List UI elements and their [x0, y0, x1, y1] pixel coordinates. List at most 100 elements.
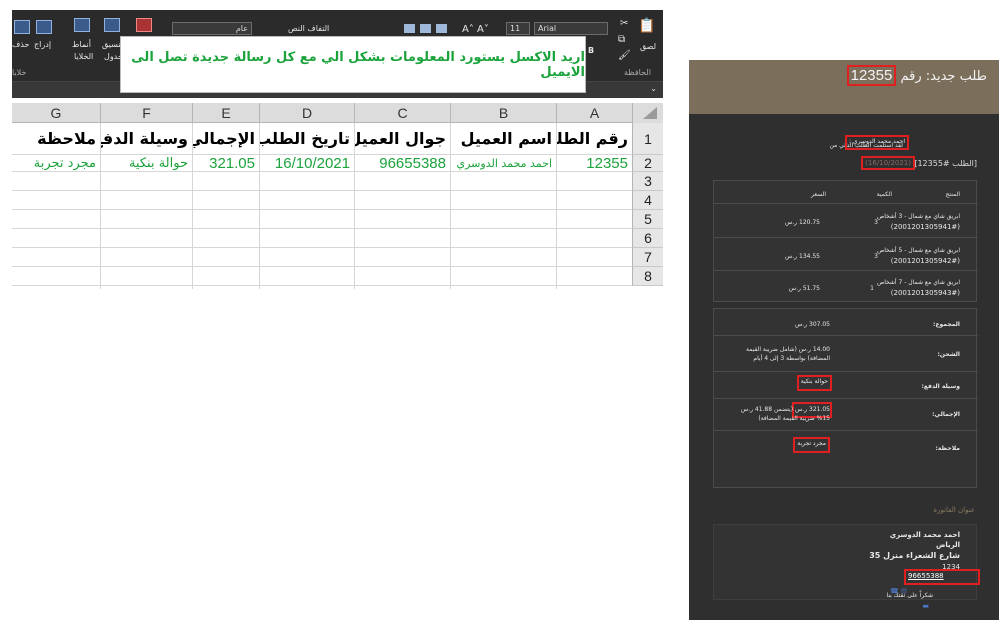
item-2-sku: (2001201305942#) [890, 257, 960, 265]
customer-highlight: احمد محمد الدوسري : [844, 135, 909, 150]
cell-a2[interactable]: 12355 [556, 155, 632, 172]
copy-icon[interactable]: ⧉ [618, 34, 625, 45]
conditional-format-icon[interactable] [136, 18, 152, 32]
item-1-qty: 3 [874, 219, 878, 226]
item-2-name: ابريق شاي مع شمال - 5 أشخاص [876, 247, 960, 254]
email-title: طلب جديد: رقم 12355 [846, 65, 987, 86]
total-label: الإجمالي: [932, 411, 960, 418]
cell-c1[interactable]: جوال العميل [354, 123, 450, 155]
col-header-b[interactable]: B [450, 103, 556, 123]
subtotal-value: 307.05 ر.س [794, 321, 830, 328]
item-1-name: ابريق شاي مع شمال - 3 أشخاص [876, 213, 960, 220]
row-header-8[interactable]: 8 [632, 267, 663, 286]
format-as-table-icon[interactable] [104, 18, 120, 32]
email-title-prefix: طلب جديد: رقم [900, 69, 987, 84]
email-body: لقد استلمت الطلب التالي من احمد محمد الد… [689, 114, 999, 620]
number-format-select[interactable]: عام [172, 22, 252, 35]
format-painter-icon[interactable]: 🖌 [618, 50, 631, 61]
email-preview: طلب جديد: رقم 12355 لقد استلمت الطلب الت… [689, 60, 999, 620]
cell-d2[interactable]: 16/10/2021 [259, 155, 354, 172]
align-right-icon[interactable] [436, 24, 447, 33]
cell-g2[interactable]: مجرد تجربة [12, 155, 100, 172]
cell-b1[interactable]: اسم العميل [450, 123, 556, 155]
order-ref: [الطلب #12355] [914, 159, 977, 168]
billing-title: عنوان الفاتورة [933, 506, 975, 514]
billing-street: شارع الشعراء منزل 35 [869, 551, 960, 560]
billing-phone[interactable]: 96655388 [906, 571, 978, 581]
item-2-price: 134.55 ر.س [784, 253, 820, 260]
font-grow-icon[interactable]: A˄ A˅ [462, 24, 489, 35]
col-header-d[interactable]: D [259, 103, 354, 123]
item-3-qty: 1 [870, 285, 874, 292]
align-center-icon[interactable] [420, 24, 431, 33]
cell-e1[interactable]: الإجمالي [192, 123, 259, 155]
clipboard-label: الحافظة [624, 68, 651, 77]
totals-divider [714, 398, 978, 399]
table-divider [714, 237, 978, 238]
th-product: المنتج [945, 191, 960, 198]
table-divider [714, 203, 978, 204]
totals-divider [714, 335, 978, 336]
note-value: مجرد تجربة [797, 440, 826, 447]
cell-b2[interactable]: احمد محمد الدوسري [450, 155, 556, 172]
row-header-5[interactable]: 5 [632, 210, 663, 229]
select-all-corner[interactable] [632, 103, 663, 123]
item-3-price: 51.75 ر.س [788, 285, 820, 292]
cell-g1[interactable]: ملاحظة [12, 123, 100, 155]
item-3-sku: (2001201305943#) [890, 289, 960, 297]
item-1-price: 120.75 ر.س [784, 219, 820, 226]
spreadsheet-grid[interactable]: G F E D C B A 1 2 3 4 5 6 7 8 ملاحظة وسي… [12, 103, 663, 289]
note-highlight: مجرد تجربة [793, 437, 830, 453]
col-header-e[interactable]: E [192, 103, 259, 123]
order-date: (16/10/2021) [865, 159, 911, 167]
styles-icon[interactable] [74, 18, 90, 32]
cell-f1[interactable]: وسيلة الدفع [100, 123, 192, 155]
th-qty: الكمية [876, 191, 892, 198]
order-items-table: المنتج الكمية السعر ابريق شاي مع شمال - … [713, 180, 978, 302]
wrap-text-label[interactable]: التفاف النص [288, 24, 329, 33]
phone-highlight: 96655388 [904, 569, 980, 585]
paste-icon[interactable]: 📋 [638, 18, 655, 34]
cell-c2[interactable]: 96655388 [354, 155, 450, 172]
email-header: طلب جديد: رقم 12355 [689, 60, 999, 114]
shipping-label: الشحن: [937, 351, 960, 358]
chevron-down-icon[interactable]: ⌄ [650, 84, 657, 93]
subtotal-label: المجموع: [933, 321, 960, 328]
customer-name: احمد محمد الدوسري : [848, 138, 905, 145]
cells-group-label: خلايا [12, 68, 27, 77]
email-footer: شكراً على ثقتك بنا [886, 592, 934, 599]
font-name-select[interactable]: Arial [534, 22, 608, 35]
row-header-6[interactable]: 6 [632, 229, 663, 248]
cut-icon[interactable]: ✂ [620, 18, 628, 29]
paste-label[interactable]: لصق [640, 42, 656, 51]
note-label: ملاحظة: [935, 445, 960, 452]
insert-cells-icon[interactable] [36, 20, 52, 34]
cell-d1[interactable]: تاريخ الطلب [259, 123, 354, 155]
bold-icon[interactable]: B [588, 46, 594, 55]
delete-cells-icon[interactable] [14, 20, 30, 34]
payment-highlight: حوالة بنكية [796, 375, 832, 391]
shipping-value: 14.00 ر.س (شامل ضريبة القيمة المضافة) بو… [745, 346, 830, 362]
cell-e2[interactable]: 321.05 [192, 155, 259, 172]
cell-f2[interactable]: حوالة بنكية [100, 155, 192, 172]
cell-a1[interactable]: رقم الطلب [556, 123, 632, 155]
col-header-a[interactable]: A [556, 103, 632, 123]
col-header-f[interactable]: F [100, 103, 192, 123]
col-header-c[interactable]: C [354, 103, 450, 123]
empty-rows[interactable] [12, 172, 632, 289]
row-header-4[interactable]: 4 [632, 191, 663, 210]
footer-link[interactable]: ▬ [922, 602, 929, 610]
align-left-icon[interactable] [404, 24, 415, 33]
th-price: السعر [810, 191, 826, 198]
row-header-3[interactable]: 3 [632, 172, 663, 191]
col-header-g[interactable]: G [12, 103, 100, 123]
row-header-1[interactable]: 1 [632, 123, 663, 155]
total-value: 321.05 ر.س (يتضمن 41.88 ر.س 15% ضريبة ال… [740, 406, 830, 422]
order-totals: المجموع: 307.05 ر.س الشحن: 14.00 ر.س (شا… [713, 308, 978, 488]
font-size-select[interactable]: 11 [506, 22, 530, 35]
item-1-sku: (2001201305941#) [890, 223, 960, 231]
billing-address: احمد محمد الدوسري الرياض شارع الشعراء من… [713, 524, 980, 600]
row-header-7[interactable]: 7 [632, 248, 663, 267]
payment-label: وسيلة الدفع: [921, 383, 960, 390]
row-header-2[interactable]: 2 [632, 155, 663, 172]
